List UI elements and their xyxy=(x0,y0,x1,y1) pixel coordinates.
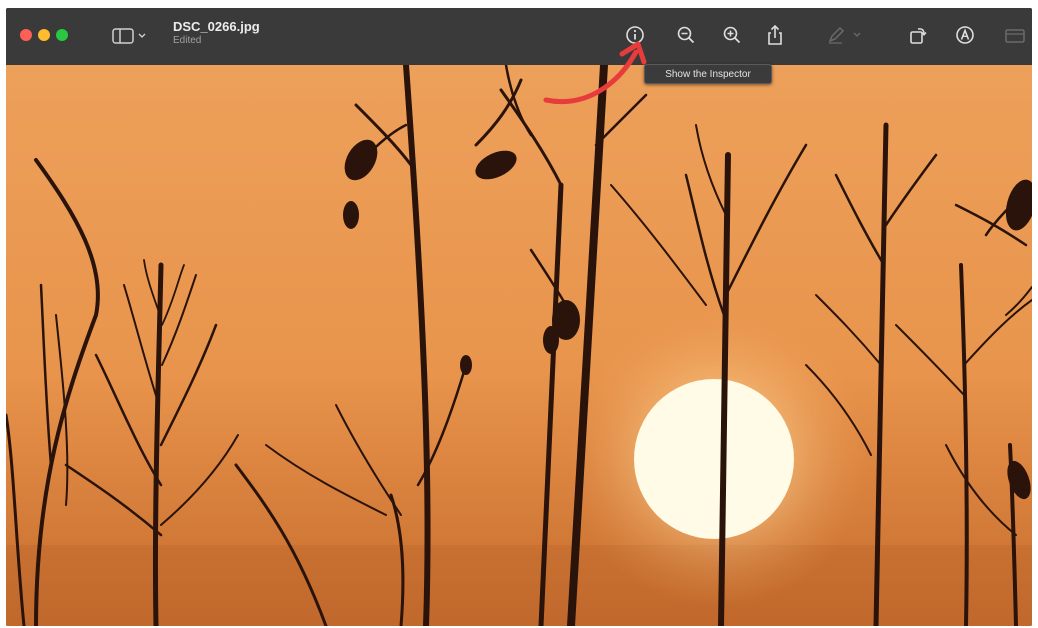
toolbox-icon xyxy=(1005,29,1025,43)
sun xyxy=(634,379,794,539)
close-window-button[interactable] xyxy=(20,29,32,41)
zoom-window-button[interactable] xyxy=(56,29,68,41)
minimize-window-button[interactable] xyxy=(38,29,50,41)
sidebar-icon xyxy=(112,28,146,44)
rotate-button[interactable] xyxy=(903,21,933,49)
inspector-tooltip: Show the Inspector xyxy=(644,64,772,84)
info-icon xyxy=(626,26,644,44)
markup-button[interactable] xyxy=(824,21,868,49)
zoom-out-icon xyxy=(677,26,695,44)
markup-icon xyxy=(828,26,861,44)
sunset-photo xyxy=(6,65,1032,626)
inspector-button[interactable] xyxy=(620,21,650,49)
share-icon xyxy=(768,24,782,45)
title-bar: DSC_0266.jpg Edited xyxy=(6,8,1032,65)
document-title-area[interactable]: DSC_0266.jpg Edited xyxy=(173,19,260,46)
sidebar-toggle-button[interactable] xyxy=(110,25,150,47)
preview-window: DSC_0266.jpg Edited Show the Inspector xyxy=(6,8,1032,626)
rotate-icon xyxy=(910,28,927,44)
toolbox-button[interactable] xyxy=(1000,21,1030,49)
share-button[interactable] xyxy=(760,21,790,49)
zoom-in-icon xyxy=(723,26,741,44)
annotate-button[interactable] xyxy=(950,21,980,49)
zoom-out-button[interactable] xyxy=(671,21,701,49)
document-title: DSC_0266.jpg xyxy=(173,19,260,34)
annotate-icon xyxy=(956,26,974,44)
zoom-in-button[interactable] xyxy=(717,21,747,49)
document-status: Edited xyxy=(173,35,202,46)
